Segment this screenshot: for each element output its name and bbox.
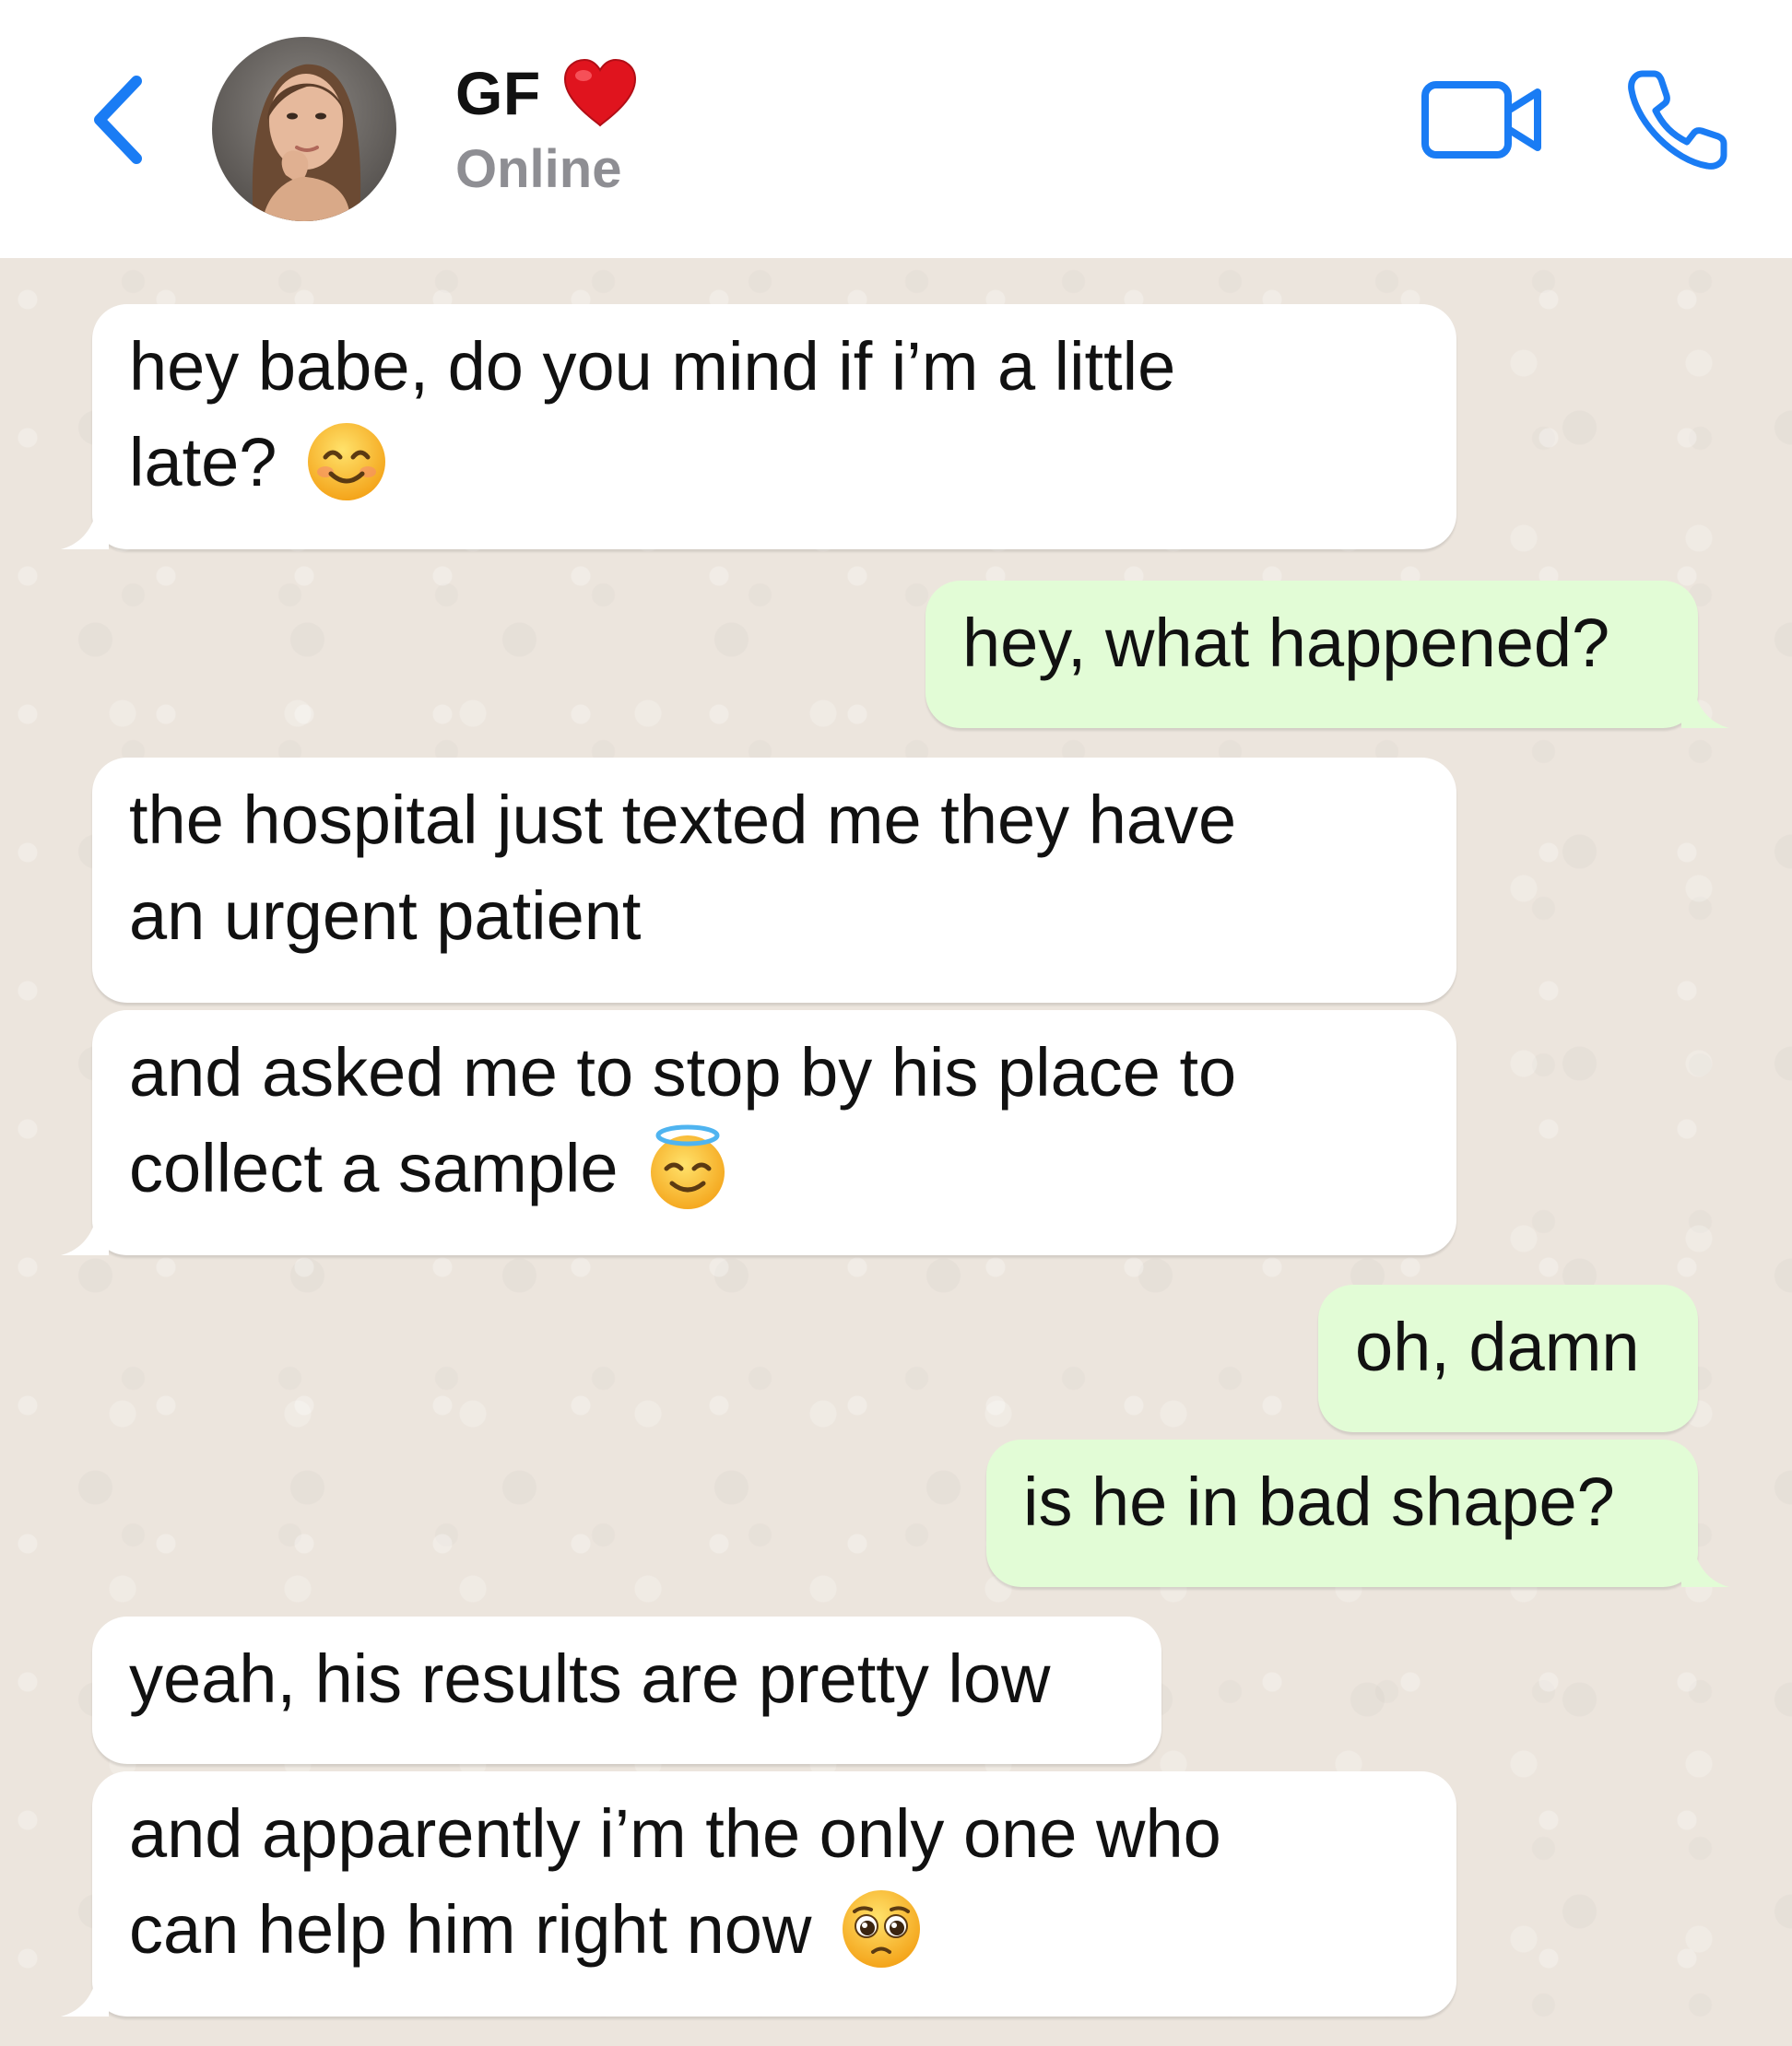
- message-line: and apparently i’m the only one who: [129, 1795, 1221, 1872]
- video-camera-icon: [1421, 81, 1541, 159]
- bubble-tail: [61, 1209, 109, 1255]
- message-line: yeah, his results are pretty low: [129, 1640, 1051, 1717]
- bubble-tail: [1681, 682, 1729, 728]
- phone-icon: [1628, 70, 1727, 170]
- message-line: oh, damn: [1355, 1309, 1640, 1385]
- chat-header: GF Online: [0, 0, 1792, 258]
- voice-call-button[interactable]: [1624, 68, 1729, 173]
- bubble-tail: [61, 1970, 109, 2017]
- message-line: is he in bad shape?: [1023, 1464, 1615, 1540]
- message-line: hey babe, do you mind if i’m a little: [129, 328, 1176, 405]
- pleading-face-icon: [842, 1890, 920, 1969]
- outgoing-message[interactable]: oh, damn: [1318, 1285, 1698, 1432]
- incoming-message[interactable]: and asked me to stop by his place to col…: [61, 1010, 1456, 1255]
- message-line: can help him right now: [129, 1882, 1420, 1978]
- incoming-message[interactable]: the hospital just texted me they have an…: [92, 758, 1456, 1003]
- red-heart-icon: [563, 58, 636, 127]
- message-line: and asked me to stop by his place to: [129, 1034, 1237, 1111]
- smiling-face-icon: [308, 423, 386, 501]
- avatar-photo: [212, 37, 396, 221]
- incoming-message[interactable]: yeah, his results are pretty low: [92, 1617, 1161, 1764]
- bubble-tail: [1681, 1541, 1729, 1587]
- back-button[interactable]: [81, 65, 155, 175]
- incoming-message[interactable]: hey babe, do you mind if i’m a little la…: [61, 304, 1456, 549]
- message-line: the hospital just texted me they have: [129, 782, 1237, 858]
- video-call-button[interactable]: [1420, 76, 1545, 164]
- incoming-message[interactable]: and apparently i’m the only one who can …: [61, 1771, 1456, 2017]
- chevron-left-icon: [94, 76, 142, 164]
- avatar[interactable]: [212, 37, 396, 221]
- contact-status: Online: [455, 139, 622, 199]
- outgoing-message[interactable]: is he in bad shape?: [986, 1440, 1729, 1587]
- chat-area[interactable]: hey babe, do you mind if i’m a little la…: [0, 258, 1792, 2046]
- bubble-tail: [61, 503, 109, 549]
- message-line: an urgent patient: [129, 877, 642, 954]
- message-line: hey, what happened?: [962, 605, 1610, 681]
- message-line: late?: [129, 415, 1420, 511]
- outgoing-message[interactable]: hey, what happened?: [925, 581, 1729, 728]
- contact-name-text: GF: [455, 59, 541, 127]
- message-line: collect a sample: [129, 1121, 1420, 1217]
- halo-face-icon: [651, 1124, 725, 1210]
- contact-name[interactable]: GF: [455, 57, 639, 129]
